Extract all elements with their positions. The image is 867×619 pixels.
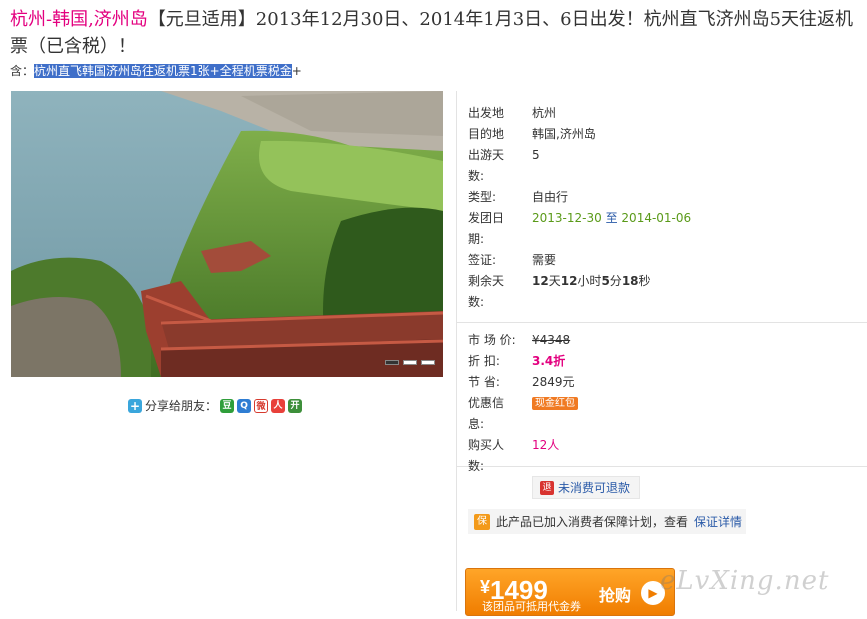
type-row: 类型: 自由行 (468, 187, 568, 208)
guarantee-bar: 保 此产品已加入消费者保障计划，查看 保证详情 (468, 509, 746, 534)
saved-row: 节 省: 2849元 (468, 372, 575, 393)
includes-highlight: 杭州直飞韩国济州岛往返机票1张+全程机票税金 (34, 64, 292, 78)
site-watermark: eLvXing.net (660, 566, 830, 596)
market-price-row: 市 场 价: ¥4348 (468, 330, 570, 351)
slide-dot[interactable] (421, 360, 435, 365)
departure-value: 2013-12-30 至 2014-01-06 (532, 211, 692, 225)
refund-label: 未消费可退款 (558, 481, 631, 495)
deal-title: 杭州-韩国,济州岛【元旦适用】2013年12月30日、2014年1月3日、6日出… (10, 6, 862, 60)
guarantee-icon: 保 (474, 513, 490, 530)
origin-value: 杭州 (532, 106, 557, 120)
countdown-row: 剩余天数: 12天12小时5分18秒 (468, 271, 651, 313)
kaixin-icon[interactable]: 开 (288, 398, 303, 413)
title-destination: 杭州-韩国,济州岛 (10, 9, 148, 30)
includes-suffix: + (291, 64, 302, 78)
share-label: 分享给朋友： (145, 399, 218, 413)
origin-row: 出发地 杭州 (468, 103, 556, 124)
visa-row: 签证: 需要 (468, 250, 556, 271)
type-value: 自由行 (532, 190, 569, 204)
share-plus-icon[interactable]: + (128, 398, 142, 413)
days-row: 出游天数: 5 (468, 145, 540, 187)
promo-value: 现金红包 (532, 393, 578, 414)
refund-notice[interactable]: 退 未消费可退款 (532, 476, 640, 499)
guarantee-text: 此产品已加入消费者保障计划，查看 (496, 515, 689, 529)
countdown-value: 12天12小时5分18秒 (532, 274, 651, 288)
renren-icon[interactable]: 人 (271, 398, 286, 413)
buy-label: 抢购 (599, 586, 632, 605)
column-divider (456, 91, 457, 611)
voucher-note: 该团品可抵用代金券 (482, 600, 581, 613)
package-includes: 含：杭州直飞韩国济州岛往返机票1张+全程机票税金+ (10, 63, 302, 79)
pricing-details: 市 场 价: ¥4348 折 扣: 3.4折 节 省: 2849元 优惠信息: 现金红包… (468, 330, 578, 477)
buy-button[interactable]: ¥1499 该团品可抵用代金券 抢购 ▶ (465, 568, 675, 616)
slide-indicators (385, 360, 435, 365)
douban-icon[interactable]: 豆 (220, 398, 235, 413)
discount-row: 折 扣: 3.4折 (468, 351, 565, 372)
discount-value: 3.4折 (532, 354, 566, 368)
slide-dot[interactable] (403, 360, 417, 365)
section-divider (457, 322, 867, 323)
saved-value: 2849元 (532, 375, 575, 389)
jeju-coast-image (11, 91, 443, 377)
visa-value: 需要 (532, 253, 557, 267)
refund-icon: 退 (540, 480, 554, 495)
days-value: 5 (532, 148, 540, 162)
cash-coupon-badge[interactable]: 现金红包 (532, 397, 578, 410)
trip-details: 出发地 杭州 目的地 韩国,济州岛 出游天数: 5 类型: 自由行 发团日期: 2013-… (468, 103, 691, 313)
destination-value: 韩国,济州岛 (532, 127, 596, 141)
guarantee-details-link[interactable]: 保证详情 (694, 513, 742, 530)
includes-label: 含： (10, 64, 35, 78)
promo-row: 优惠信息: 现金红包 (468, 393, 578, 435)
qzone-icon[interactable]: Q (237, 398, 252, 413)
buyers-value: 12人 (532, 438, 560, 452)
share-bar: + 分享给朋友： 豆 Q 微 人 开 (128, 397, 303, 414)
destination-row: 目的地 韩国,济州岛 (468, 124, 596, 145)
slide-dot[interactable] (385, 360, 399, 365)
product-photo[interactable] (11, 91, 443, 377)
buyers-row: 购买人数: 12人 (468, 435, 559, 477)
departure-row: 发团日期: 2013-12-30 至 2014-01-06 (468, 208, 691, 250)
market-price: ¥4348 (532, 333, 571, 347)
weibo-icon[interactable]: 微 (254, 398, 269, 413)
